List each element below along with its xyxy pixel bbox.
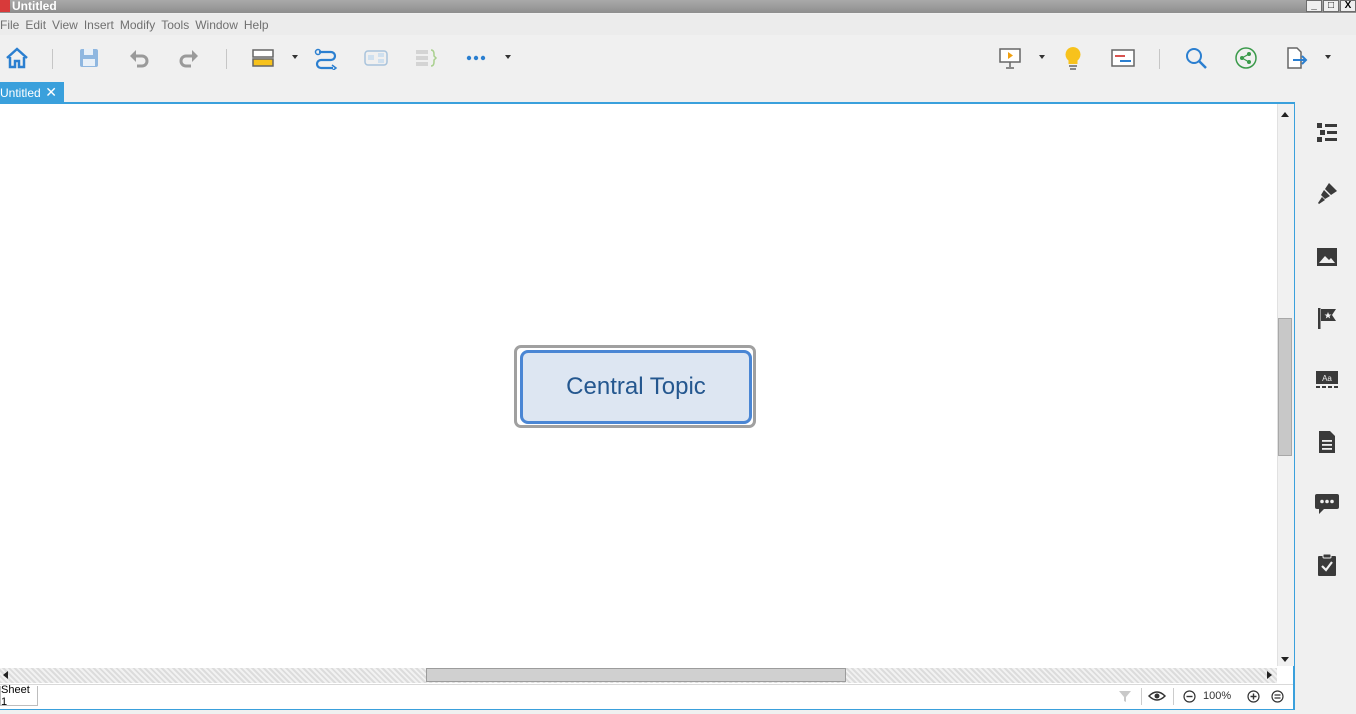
insert-topic-icon[interactable] — [248, 44, 278, 72]
menu-view[interactable]: View — [52, 14, 84, 35]
zoom-menu-icon[interactable] — [1271, 690, 1284, 703]
zoom-in-icon[interactable] — [1247, 690, 1260, 703]
sheet-tab[interactable]: Sheet 1 — [0, 683, 38, 708]
brainstorm-icon[interactable] — [1058, 44, 1088, 72]
marker-icon[interactable] — [1313, 304, 1341, 332]
status-separator — [1173, 688, 1174, 705]
toolbar-separator — [226, 49, 227, 69]
scroll-down-arrow-icon[interactable] — [1279, 655, 1291, 665]
vertical-scroll-thumb[interactable] — [1278, 318, 1292, 456]
more-icon[interactable] — [461, 44, 491, 72]
zoom-out-icon[interactable] — [1183, 690, 1196, 703]
summary-icon[interactable] — [411, 44, 441, 72]
menu-edit[interactable]: Edit — [25, 14, 52, 35]
tab-bar: Untitled ✕ — [0, 82, 1356, 103]
tab-label: Untitled — [0, 85, 41, 100]
text-style-icon[interactable]: Aa — [1313, 366, 1341, 394]
task-icon[interactable] — [1313, 551, 1341, 579]
scroll-up-arrow-icon[interactable] — [1279, 109, 1291, 119]
window-title: Untitled — [12, 0, 57, 13]
tab-untitled[interactable]: Untitled ✕ — [0, 82, 64, 103]
comments-icon[interactable] — [1313, 490, 1341, 518]
minimize-button[interactable]: _ — [1306, 0, 1322, 12]
zoom-level: 100% — [1203, 690, 1232, 702]
presentation-icon[interactable] — [995, 44, 1025, 72]
app-logo-icon — [0, 0, 10, 12]
menu-tools[interactable]: Tools — [161, 14, 195, 35]
close-window-button[interactable]: X — [1340, 0, 1356, 12]
more-dropdown[interactable] — [505, 55, 511, 59]
scroll-left-arrow-icon[interactable] — [0, 669, 10, 681]
menu-file[interactable]: File — [0, 14, 25, 35]
close-tab-icon[interactable]: ✕ — [45, 84, 57, 101]
sheet-tab-label: Sheet 1 — [1, 683, 30, 708]
scroll-right-arrow-icon[interactable] — [1265, 669, 1275, 681]
boundary-icon[interactable] — [361, 44, 391, 72]
export-dropdown[interactable] — [1325, 55, 1331, 59]
redo-icon[interactable] — [174, 44, 204, 72]
toolbar-separator — [52, 49, 53, 69]
undo-icon[interactable] — [124, 44, 154, 72]
presentation-dropdown[interactable] — [1039, 55, 1045, 59]
central-topic[interactable]: Central Topic — [520, 350, 752, 424]
export-icon[interactable] — [1281, 44, 1311, 72]
insert-topic-dropdown[interactable] — [292, 55, 298, 59]
title-bar: Untitled _ □ X — [0, 0, 1356, 13]
filter-icon[interactable] — [1118, 689, 1132, 703]
menu-insert[interactable]: Insert — [84, 14, 120, 35]
image-icon[interactable] — [1313, 243, 1341, 271]
gantt-icon[interactable] — [1108, 44, 1138, 72]
notes-icon[interactable] — [1313, 428, 1341, 456]
toolbar-separator — [1159, 49, 1160, 69]
search-icon[interactable] — [1181, 44, 1211, 72]
relationship-icon[interactable] — [311, 44, 341, 72]
share-icon[interactable] — [1231, 44, 1261, 72]
status-bar: Sheet 1 100% — [0, 684, 1293, 709]
menu-modify[interactable]: Modify — [120, 14, 161, 35]
menu-help[interactable]: Help — [244, 14, 275, 35]
svg-text:Aa: Aa — [1322, 374, 1332, 383]
restore-button[interactable]: □ — [1323, 0, 1339, 12]
eye-icon[interactable] — [1148, 690, 1166, 702]
home-icon[interactable] — [2, 44, 32, 72]
save-icon[interactable] — [74, 44, 104, 72]
outliner-icon[interactable] — [1313, 118, 1341, 146]
toolbar — [0, 35, 1356, 81]
horizontal-scroll-thumb[interactable] — [426, 668, 846, 682]
format-icon[interactable] — [1313, 180, 1341, 208]
menu-bar: File Edit View Insert Modify Tools Windo… — [0, 14, 1356, 35]
menu-window[interactable]: Window — [195, 14, 244, 35]
status-separator — [1141, 688, 1142, 705]
